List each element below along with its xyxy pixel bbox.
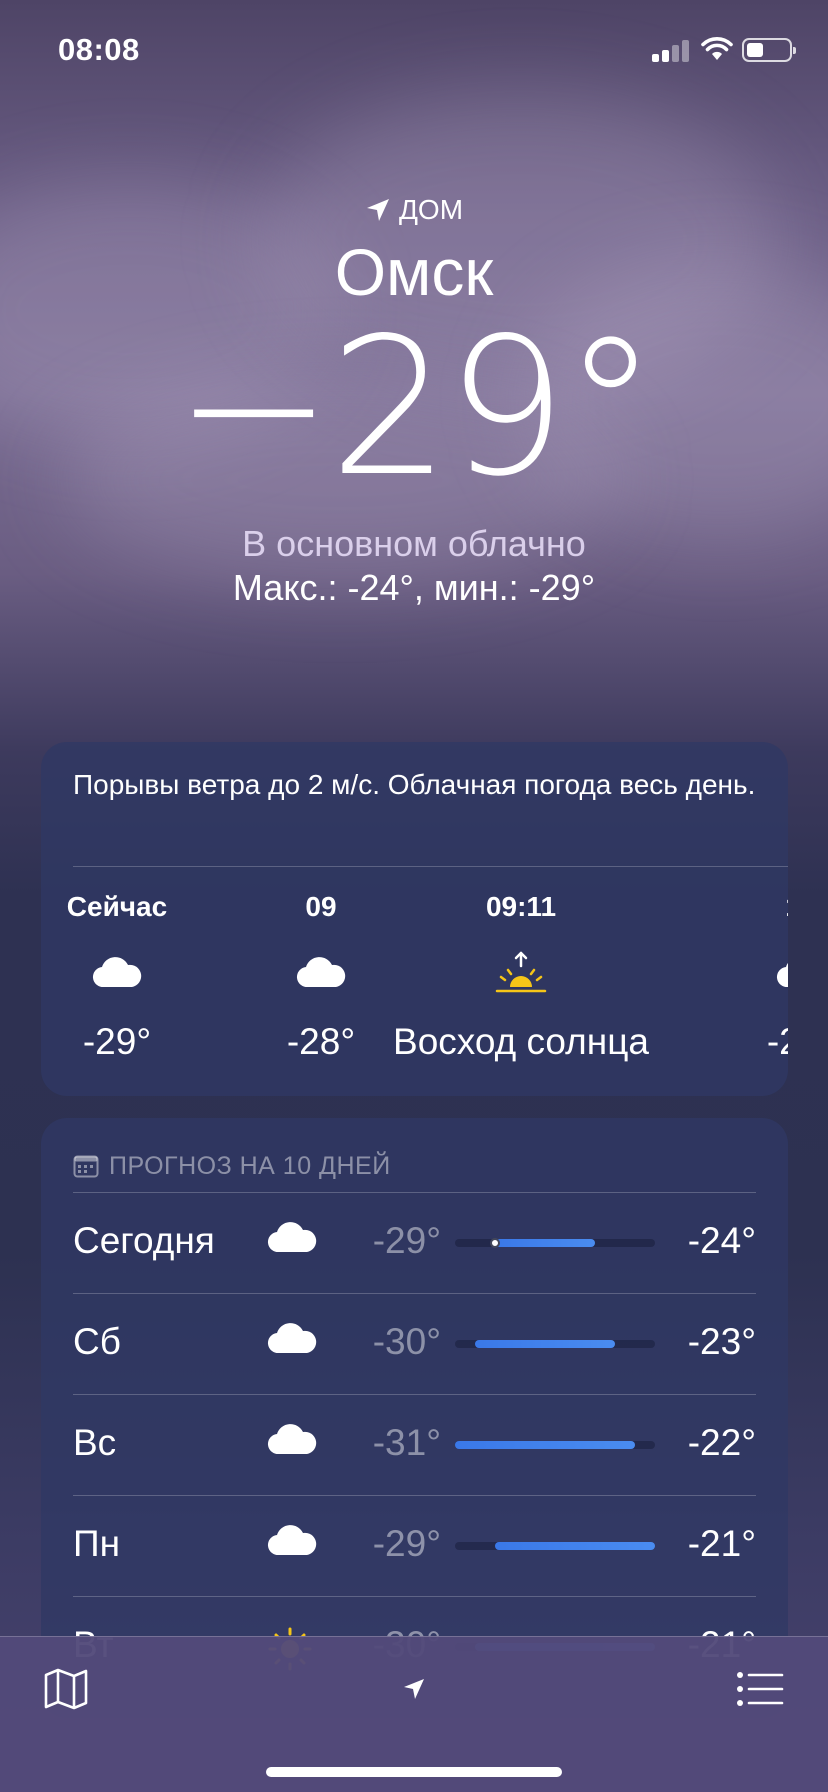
status-bar: 08:08 [0, 0, 828, 100]
battery-icon [742, 38, 796, 62]
location-arrow-icon [366, 199, 389, 221]
forecast-low: -30° [372, 1321, 441, 1362]
forecast-high: -22° [687, 1422, 756, 1463]
calendar-icon [73, 1155, 99, 1178]
hour-label: Сейчас [66, 891, 168, 922]
temperature-range-bar [455, 1542, 655, 1550]
condition-text: В основном облачно [242, 523, 586, 564]
cellular-signal-icon [652, 38, 692, 62]
forecast-summary: Порывы ветра до 2 м/с. Облачная погода в… [73, 769, 756, 800]
hour-label: 10 [741, 887, 788, 927]
temperature-range-fill [455, 1441, 635, 1449]
map-button[interactable] [34, 1657, 98, 1721]
ten-day-forecast-card[interactable]: ПРОГНОЗ НА 10 ДНЕЙ Сегодня -29° -24° Сб -30°… [41, 1118, 788, 1718]
forecast-day: Вс [73, 1422, 117, 1463]
map-icon [44, 1668, 88, 1710]
forecast-high: -23° [687, 1321, 756, 1362]
min-max-text: Макс.: -24°, мин.: -29° [232, 567, 596, 608]
cloud-icon [267, 1222, 317, 1259]
forecast-low: -29° [372, 1220, 441, 1261]
forecast-row: Сб -30° -23° [41, 1293, 788, 1394]
divider [73, 1293, 756, 1294]
list-icon [737, 1672, 784, 1706]
forecast-header: ПРОГНОЗ НА 10 ДНЕЙ [41, 1118, 788, 1192]
temperature-range-fill [495, 1239, 595, 1247]
hour-item: 10 -28° [741, 867, 788, 1065]
temperature-range-fill [495, 1542, 655, 1550]
cloud-icon [267, 1323, 317, 1360]
forecast-row: Пн -29° -21° [41, 1495, 788, 1596]
hourly-forecast-card[interactable]: Порывы ветра до 2 м/с. Облачная погода в… [41, 742, 788, 1096]
forecast-high: -24° [687, 1220, 756, 1261]
cloud-icon [59, 941, 175, 1005]
temperature-range-fill [475, 1340, 615, 1348]
cloud-icon [267, 1424, 317, 1461]
divider [73, 1192, 756, 1193]
divider [73, 1495, 756, 1496]
current-location-button[interactable] [382, 1657, 446, 1721]
location-label: ДОМ [398, 194, 464, 225]
temperature-range-bar [455, 1441, 655, 1449]
cloud-icon [261, 941, 381, 1005]
forecast-low: -29° [372, 1523, 441, 1564]
forecast-high: -21° [687, 1523, 756, 1564]
forecast-low: -31° [372, 1422, 441, 1463]
hour-item: 09 -28° [261, 867, 381, 1065]
bottom-toolbar [0, 1636, 828, 1792]
current-temp-dot [490, 1238, 500, 1248]
sunrise-icon [371, 941, 671, 1005]
hour-label: 09:11 [485, 891, 557, 922]
current-temperature: −29° [174, 297, 658, 518]
location-arrow-icon [404, 1679, 424, 1699]
hour-item: Сейчас -29° [59, 867, 175, 1065]
location-row: ДОМ [0, 190, 828, 230]
sunrise-label: Восход солнца [393, 1021, 649, 1062]
status-time: 08:08 [58, 32, 140, 67]
temperature-range-bar [455, 1340, 655, 1348]
cloud-icon [741, 941, 788, 1005]
wifi-icon [701, 37, 733, 60]
hour-item: 09:11 Восход солнца [371, 867, 671, 1065]
hour-temperature: -28° [286, 1021, 356, 1062]
current-weather: ДОМ Омск −29° В основном облачно Макс.: … [0, 190, 828, 610]
cloud-icon [267, 1525, 317, 1562]
forecast-title: ПРОГНОЗ НА 10 ДНЕЙ [109, 1151, 391, 1180]
hour-label: 09 [305, 891, 337, 922]
hour-temperature: -28° [766, 1021, 788, 1062]
forecast-row: Сегодня -29° -24° [41, 1192, 788, 1293]
city-list-button[interactable] [728, 1657, 792, 1721]
divider [73, 1596, 756, 1597]
forecast-day: Сб [73, 1321, 121, 1362]
temperature-range-bar [455, 1238, 655, 1248]
hourly-scroller[interactable]: Сейчас -29° 09 -28° 09:11 Восход солнца … [41, 867, 788, 1096]
hour-temperature: -29° [82, 1021, 152, 1062]
home-indicator [266, 1767, 562, 1777]
forecast-day: Пн [73, 1523, 121, 1564]
divider [73, 1394, 756, 1395]
forecast-day: Сегодня [73, 1220, 215, 1261]
forecast-row: Вс -31° -22° [41, 1394, 788, 1495]
